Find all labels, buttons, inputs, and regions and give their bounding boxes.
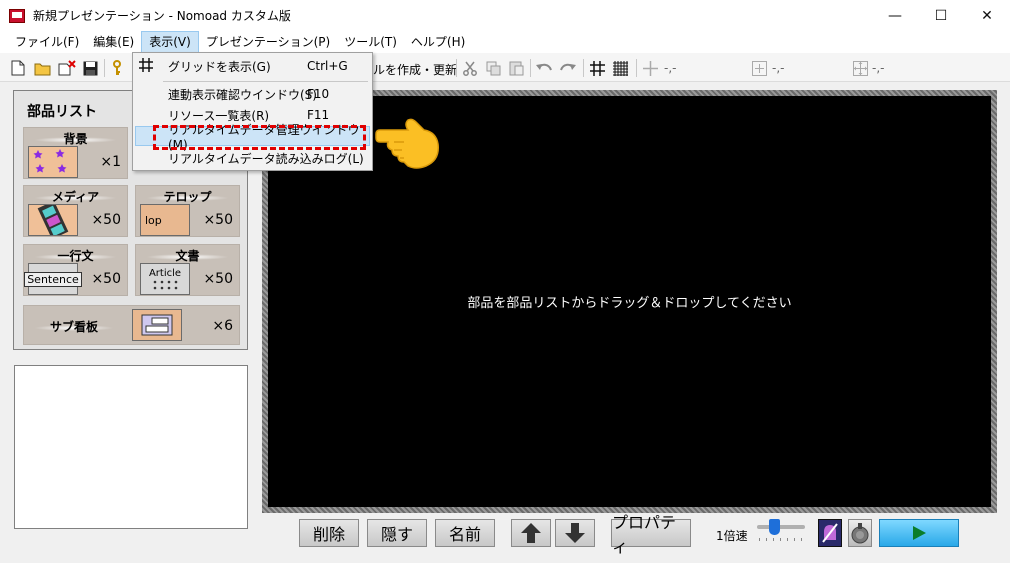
- part-count: ×6: [212, 318, 233, 334]
- knob-icon: [851, 523, 869, 544]
- menu-file[interactable]: ファイル(F): [8, 31, 86, 53]
- menu-bar: ファイル(F) 編集(E) 表示(V) プレゼンテーション(P) ツール(T) …: [0, 31, 1010, 53]
- properties-button[interactable]: プロパティ: [611, 513, 691, 556]
- view-menu-dropdown: グリッドを表示(G) Ctrl+G 連動表示確認ウインドウ(S) F10 リソー…: [132, 52, 373, 171]
- speed-slider-ticks: [759, 538, 805, 541]
- move-readout: -,-: [872, 61, 885, 75]
- cut-icon[interactable]: [462, 59, 478, 77]
- article-thumbnail: Article: [140, 263, 190, 295]
- part-background[interactable]: 背景 ×1: [23, 127, 128, 179]
- speed-slider-track[interactable]: [757, 525, 805, 529]
- copy-icon[interactable]: [485, 59, 501, 77]
- toolbar-separator: [583, 59, 584, 77]
- menu-item-label: 連動表示確認ウインドウ(S): [168, 87, 317, 102]
- grid-fine-icon[interactable]: [612, 59, 628, 77]
- menu-item-shortcut: F10: [307, 87, 330, 101]
- menu-item-realtime-data-log[interactable]: リアルタイムデータ読み込みログ(L): [135, 148, 370, 168]
- toolbar-separator: [456, 59, 457, 77]
- speed-slider-thumb[interactable]: [769, 519, 780, 535]
- part-count: ×50: [91, 212, 121, 228]
- media-thumbnail: [28, 204, 78, 236]
- part-media[interactable]: メディア ×50: [23, 185, 128, 237]
- background-thumbnail: [28, 146, 78, 178]
- toolbar-separator: [636, 59, 637, 77]
- window-title: 新規プレゼンテーション - Nomoad カスタム版: [33, 9, 291, 23]
- arrow-up-icon: [521, 523, 541, 543]
- menu-separator: [163, 81, 368, 82]
- move-down-button[interactable]: [555, 519, 595, 547]
- part-count: ×50: [203, 271, 233, 287]
- size-readout: -,-: [772, 61, 785, 75]
- part-label: 文書: [175, 249, 200, 263]
- open-folder-icon[interactable]: [34, 59, 52, 77]
- window-controls: — ☐ ✕: [872, 0, 1010, 31]
- part-label: メディア: [51, 190, 100, 204]
- hide-button[interactable]: 隠す: [367, 519, 427, 547]
- part-count: ×50: [91, 271, 121, 287]
- minimize-button[interactable]: —: [872, 0, 918, 31]
- update-label[interactable]: ルを作成・更新: [373, 61, 457, 78]
- move-up-button[interactable]: [511, 519, 551, 547]
- menu-item-show-grid[interactable]: グリッドを表示(G) Ctrl+G: [135, 56, 370, 76]
- part-label: 一行文: [57, 249, 94, 263]
- sentence-thumbnail: Sentence: [24, 263, 82, 295]
- menu-item-label: リアルタイムデータ読み込みログ(L): [168, 151, 364, 166]
- play-button[interactable]: [879, 519, 959, 547]
- crosshair-icon: [642, 59, 658, 77]
- delete-button[interactable]: 削除: [299, 519, 359, 547]
- paste-icon[interactable]: [508, 59, 524, 77]
- menu-item-shortcut: Ctrl+G: [307, 59, 348, 73]
- maximize-button[interactable]: ☐: [918, 0, 964, 31]
- toolbar-separator: [530, 59, 531, 77]
- menu-tools[interactable]: ツール(T): [337, 31, 404, 53]
- stage-message: 部品を部品リストからドラッグ＆ドロップしてください: [467, 296, 792, 311]
- menu-help[interactable]: ヘルプ(H): [404, 31, 472, 53]
- sentence-thumbnail-text: Sentence: [24, 271, 82, 287]
- name-button[interactable]: 名前: [435, 519, 495, 547]
- menu-item-label: グリッドを表示(G): [168, 59, 271, 74]
- article-dots-icon: [153, 280, 178, 289]
- title-bar: 新規プレゼンテーション - Nomoad カスタム版 — ☐ ✕: [0, 0, 1010, 31]
- parts-list-title: 部品リスト: [27, 104, 97, 120]
- position-readout: -,-: [664, 61, 677, 75]
- arrow-down-icon: [565, 523, 585, 543]
- menu-presentation[interactable]: プレゼンテーション(P): [199, 31, 337, 53]
- play-icon: [913, 526, 926, 540]
- size-icon: [751, 59, 767, 77]
- key-icon[interactable]: [110, 59, 124, 77]
- app-icon: [9, 8, 25, 23]
- menu-edit[interactable]: 編集(E): [86, 31, 141, 53]
- close-button[interactable]: ✕: [964, 0, 1010, 31]
- grid-icon: [139, 58, 153, 76]
- part-label: サブ看板: [49, 320, 98, 334]
- part-sub-sign[interactable]: サブ看板 ×6: [23, 305, 240, 345]
- part-document[interactable]: 文書 Article ×50: [135, 244, 240, 296]
- menu-item-linked-display-window[interactable]: 連動表示確認ウインドウ(S) F10: [135, 84, 370, 104]
- part-label: テロップ: [163, 190, 212, 204]
- speed-label: 1倍速: [716, 529, 748, 543]
- redo-icon[interactable]: [560, 59, 576, 77]
- settings-knob-button[interactable]: [848, 519, 872, 547]
- telop-thumbnail: lop: [140, 204, 190, 236]
- part-one-line-text[interactable]: 一行文 Sentence ×50: [23, 244, 128, 296]
- sub-sign-thumbnail: [132, 309, 182, 341]
- part-count: ×50: [203, 212, 233, 228]
- undo-icon[interactable]: [536, 59, 552, 77]
- save-icon[interactable]: [82, 59, 98, 77]
- highlight-dashed-box: [153, 125, 366, 150]
- pointing-hand-icon: [374, 112, 444, 175]
- property-info-panel: [14, 365, 248, 529]
- grid-coarse-icon[interactable]: [589, 59, 605, 77]
- move-icon: [852, 59, 868, 77]
- menu-view[interactable]: 表示(V): [141, 31, 199, 53]
- disable-icon: [822, 523, 838, 543]
- mute-toggle-button[interactable]: [818, 519, 842, 547]
- part-label: 背景: [63, 132, 88, 146]
- toolbar-separator: [104, 59, 105, 77]
- article-thumbnail-text: Article: [148, 267, 182, 279]
- new-file-icon[interactable]: [10, 59, 26, 77]
- close-file-icon[interactable]: [58, 59, 76, 77]
- part-count: ×1: [100, 154, 121, 170]
- part-telop[interactable]: テロップ lop ×50: [135, 185, 240, 237]
